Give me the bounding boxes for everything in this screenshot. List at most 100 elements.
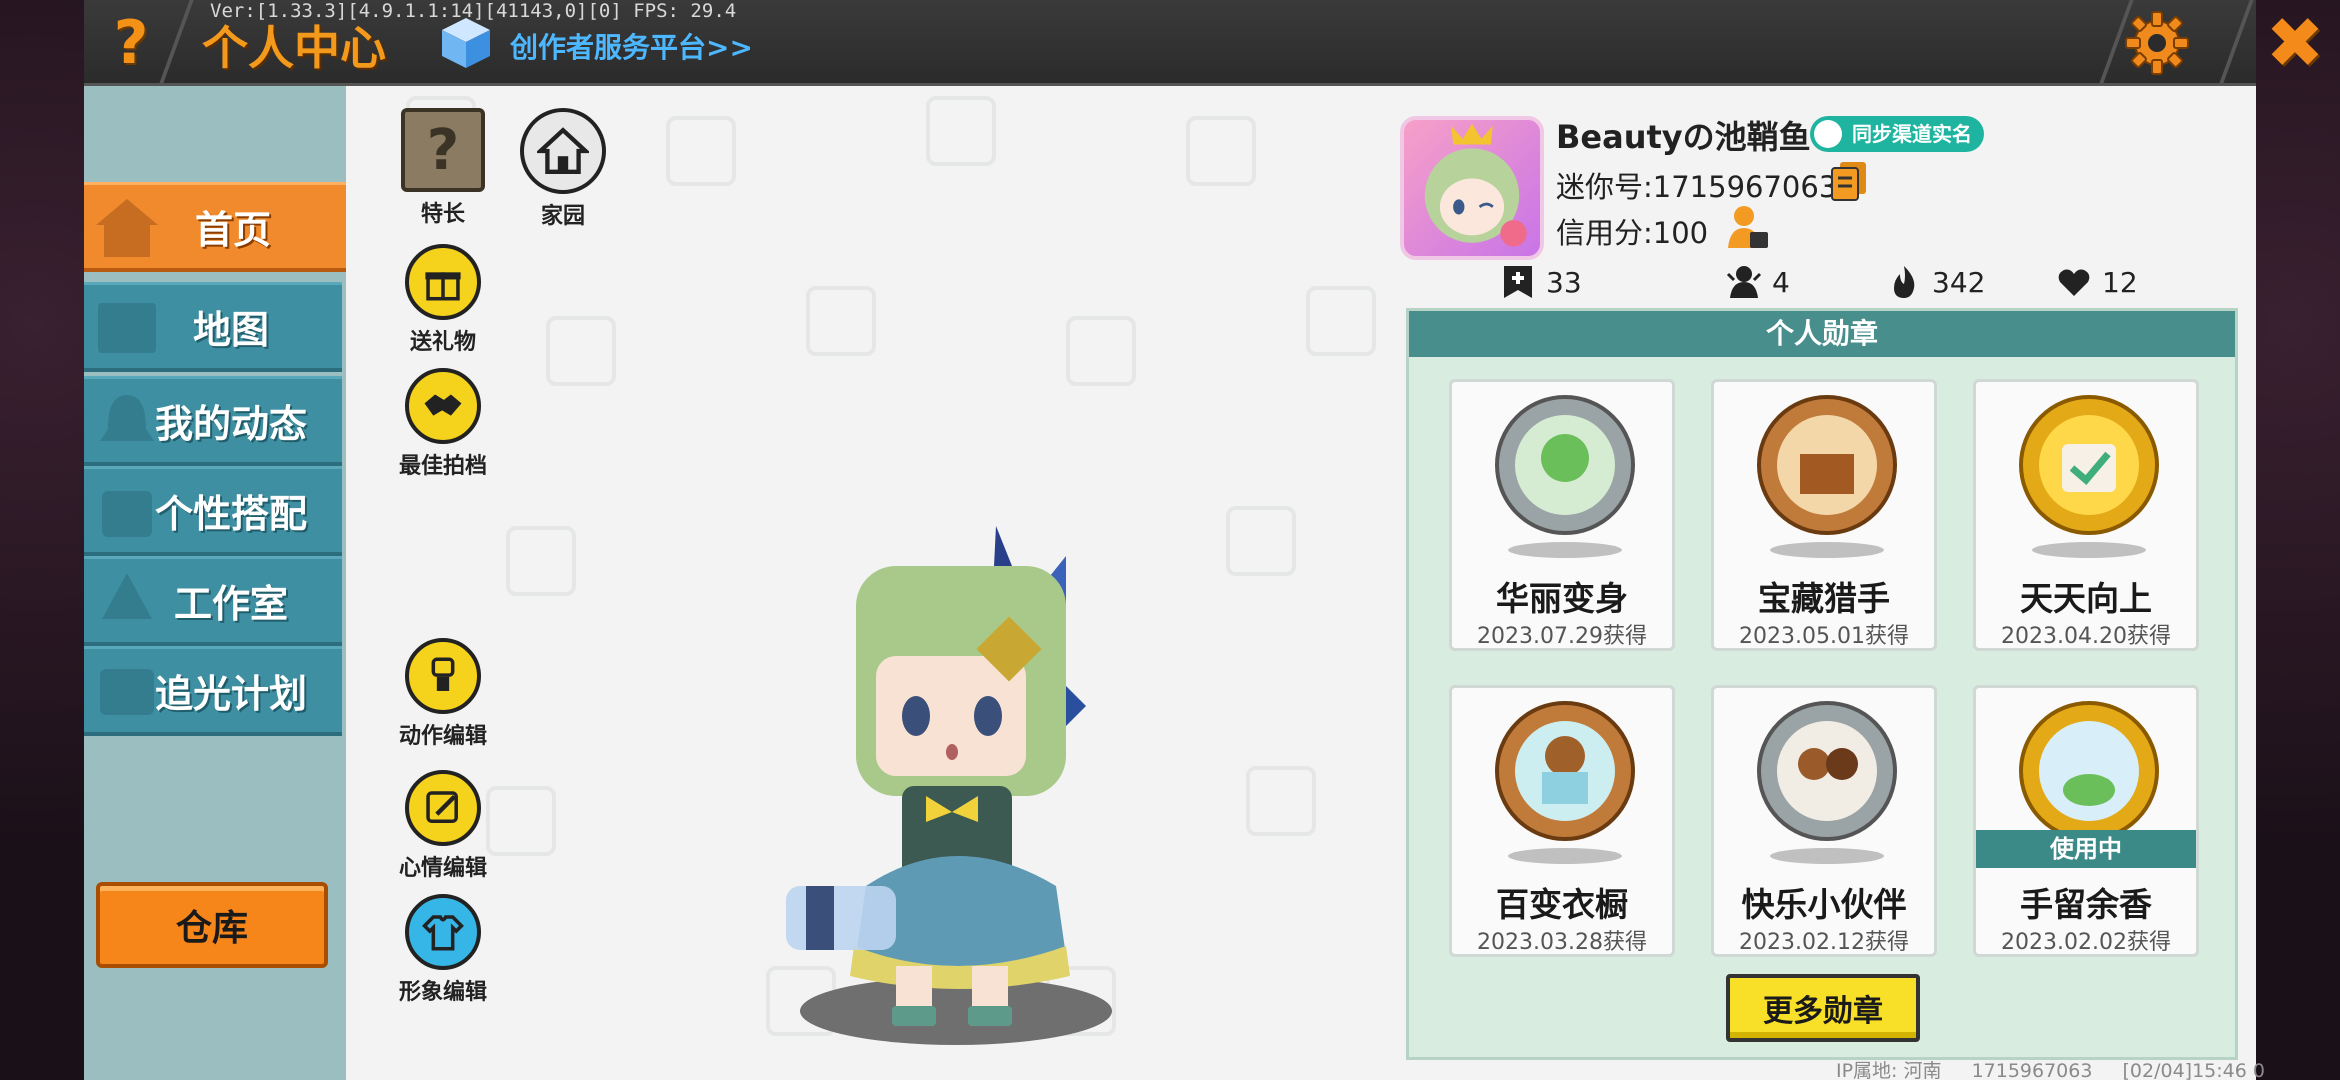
- copy-icon[interactable]: [1830, 160, 1870, 202]
- sidebar-item-label: 首页: [194, 208, 271, 252]
- main-area: ? 特长 家园 送礼物 最佳拍档 动作编辑 心情编辑 形象编辑 Beautyの池…: [346, 86, 2256, 1080]
- medal-icon: [1495, 701, 1635, 841]
- footer-info: IP属地: 河南 1715967063 [02/04]15:46 0: [1836, 1056, 2289, 1080]
- action-edit-button[interactable]: 动作编辑: [388, 638, 498, 750]
- mood-edit-button[interactable]: 心情编辑: [388, 770, 498, 882]
- stat-posts[interactable]: 33: [1500, 262, 1582, 302]
- medal-shadow: [2032, 542, 2146, 558]
- id-card-icon[interactable]: [1726, 204, 1770, 252]
- page-title: 个人中心: [202, 21, 386, 75]
- stat-likes[interactable]: 12: [2056, 262, 2138, 302]
- medal-date: 2023.02.02获得: [2001, 930, 2171, 955]
- realname-badge[interactable]: 同步渠道实名: [1810, 116, 1984, 152]
- homeland-label: 家园: [540, 204, 585, 229]
- sidebar-item-label: 工作室: [173, 582, 288, 626]
- medal-name: 天天向上: [2020, 579, 2152, 618]
- plus-bookmark-icon: [1504, 266, 1532, 298]
- edit-icon: [405, 770, 481, 846]
- username: Beautyの池鞘鱼: [1556, 118, 1811, 156]
- medal-card[interactable]: 华丽变身 2023.07.29获得: [1449, 379, 1675, 651]
- user-check-icon: [1814, 120, 1842, 148]
- close-button[interactable]: ✖: [2260, 2, 2330, 84]
- medal-date: 2023.04.20获得: [2001, 624, 2171, 649]
- background-pattern: [926, 96, 996, 166]
- background-pattern: [1066, 316, 1136, 386]
- medal-name: 百变衣橱: [1496, 885, 1628, 924]
- appearance-edit-label: 形象编辑: [398, 980, 487, 1005]
- sidebar-item-map[interactable]: 地图: [84, 282, 342, 372]
- homeland-button[interactable]: 家园: [508, 108, 618, 230]
- warehouse-button[interactable]: 仓库: [96, 882, 328, 968]
- handshake-icon: [405, 368, 481, 444]
- medal-shadow: [1508, 542, 1622, 558]
- medal-date: 2023.05.01获得: [1739, 624, 1909, 649]
- medal-shadow: [1770, 848, 1884, 864]
- medal-name: 快乐小伙伴: [1741, 885, 1907, 924]
- gear-icon[interactable]: [2124, 10, 2190, 76]
- medal-icon: [1757, 701, 1897, 841]
- stat-popularity[interactable]: 342: [1886, 262, 1985, 302]
- stat-value: 342: [1932, 265, 1986, 299]
- realname-badge-label: 同步渠道实名: [1852, 122, 1972, 146]
- home-icon: [520, 108, 606, 194]
- background-edge-right: [2256, 0, 2340, 1080]
- creator-platform-link[interactable]: 创作者服务平台>>: [510, 26, 753, 66]
- cube-icon[interactable]: [440, 16, 492, 70]
- medal-icon: [2019, 395, 2159, 535]
- mood-edit-label: 心情编辑: [398, 856, 487, 881]
- fire-icon: [1894, 266, 1915, 298]
- medal-shadow: [1508, 848, 1622, 864]
- heart-icon: [2058, 269, 2090, 296]
- sidebar-item-label: 追光计划: [154, 672, 307, 716]
- medal-date: 2023.03.28获得: [1477, 930, 1647, 955]
- sidebar-item-label: 地图: [192, 308, 269, 352]
- medal-icon: [2019, 701, 2159, 841]
- medal-shadow: [1770, 542, 1884, 558]
- background-pattern: [506, 526, 576, 596]
- best-photo-button[interactable]: 最佳拍档: [388, 368, 498, 480]
- fans-icon: [1726, 266, 1762, 298]
- action-edit-label: 动作编辑: [398, 724, 487, 749]
- specialty-label: 特长: [420, 202, 465, 227]
- medal-card[interactable]: 使用中 手留余香 2023.02.02获得: [1973, 685, 2199, 957]
- mini-id: 迷你号:1715967063: [1556, 170, 1838, 204]
- player-avatar-3d[interactable]: [766, 506, 1146, 1066]
- more-medals-button[interactable]: 更多勋章: [1726, 974, 1920, 1042]
- medal-icon: [1495, 395, 1635, 535]
- sidebar-item-home[interactable]: 首页: [84, 182, 346, 272]
- stat-value: 4: [1772, 265, 1790, 299]
- best-photo-label: 最佳拍档: [398, 454, 487, 479]
- divider: [2218, 0, 2254, 86]
- sidebar-item-studio[interactable]: 工作室: [84, 556, 342, 646]
- stat-value: 33: [1546, 265, 1582, 299]
- specialty-button[interactable]: ? 特长: [388, 108, 498, 228]
- ip-location: IP属地: 河南: [1836, 1060, 1942, 1080]
- background-pattern: [546, 316, 616, 386]
- medal-date: 2023.07.29获得: [1477, 624, 1647, 649]
- stat-value: 12: [2102, 265, 2138, 299]
- figure-icon: [405, 638, 481, 714]
- avatar[interactable]: [1400, 116, 1544, 260]
- send-gift-button[interactable]: 送礼物: [388, 244, 498, 356]
- medal-card[interactable]: 快乐小伙伴 2023.02.12获得: [1711, 685, 1937, 957]
- medal-name: 华丽变身: [1496, 579, 1628, 618]
- footer-time: [02/04]15:46 0: [2122, 1060, 2265, 1080]
- medal-card[interactable]: 天天向上 2023.04.20获得: [1973, 379, 2199, 651]
- sidebar-item-my-feed[interactable]: 我的动态: [84, 376, 342, 466]
- medal-panel: 个人勋章 华丽变身 2023.07.29获得 宝藏猎手 2023.05.01获得…: [1406, 308, 2238, 1060]
- sidebar-item-chase-light[interactable]: 追光计划: [84, 646, 342, 736]
- appearance-edit-button[interactable]: 形象编辑: [388, 894, 498, 1006]
- sidebar: 首页 地图 我的动态 个性搭配 工作室 追光计划 仓库: [84, 86, 346, 1080]
- question-block-icon: ?: [401, 108, 485, 192]
- shirt-icon: [405, 894, 481, 970]
- stat-fans[interactable]: 4: [1726, 262, 1790, 302]
- background-pattern: [1186, 116, 1256, 186]
- sidebar-item-outfit[interactable]: 个性搭配: [84, 466, 342, 556]
- help-button[interactable]: ?: [96, 8, 166, 78]
- background-edge-left: [0, 0, 84, 1080]
- background-pattern: [666, 116, 736, 186]
- medal-card[interactable]: 宝藏猎手 2023.05.01获得: [1711, 379, 1937, 651]
- medal-name: 手留余香: [2020, 885, 2152, 924]
- medal-card[interactable]: 百变衣橱 2023.03.28获得: [1449, 685, 1675, 957]
- sidebar-item-label: 个性搭配: [154, 492, 307, 536]
